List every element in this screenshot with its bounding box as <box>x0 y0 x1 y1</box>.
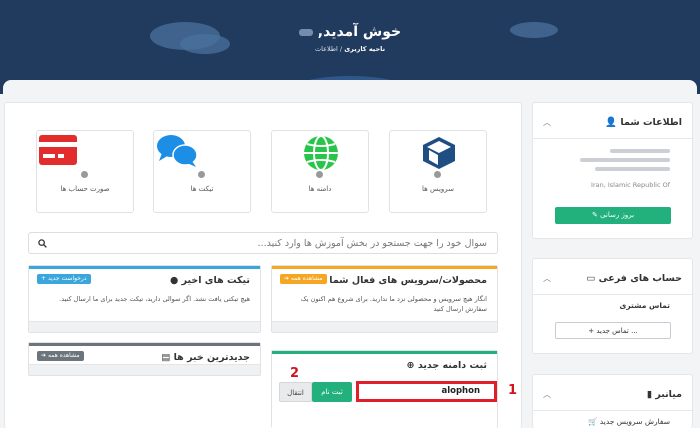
arrow-icon: ➔ <box>284 275 290 282</box>
card-accent-bar <box>29 343 260 346</box>
chevron-up-icon[interactable]: ︿ <box>543 389 551 400</box>
comments-icon: ● <box>169 275 179 286</box>
your-info-panel: اطلاعات شما 👤 ︿ Iran, Islamic Republic O… <box>532 102 693 239</box>
cart-icon: 🛒 <box>588 417 598 426</box>
annotation-marker-1: 1 <box>508 383 518 398</box>
update-info-button[interactable]: ✎ بروز رسانی <box>555 207 671 224</box>
divider <box>533 410 692 411</box>
card-footer <box>29 321 260 332</box>
globe-icon <box>304 135 338 171</box>
chevron-up-icon[interactable]: ︿ <box>543 273 551 284</box>
breadcrumb: ناحیه کاربری / اطلاعات <box>290 45 410 53</box>
cube-icon <box>423 137 455 169</box>
knowledgebase-search-input[interactable]: سوال خود را جهت جستجو در بخش آموزش ها وا… <box>28 232 498 254</box>
cloud-decoration <box>510 22 558 38</box>
card-footer <box>272 321 497 332</box>
tile-label: صورت حساب ها <box>60 185 110 193</box>
card-title: محصولات/سرویس های فعال شما ⬢ <box>318 275 487 286</box>
transfer-domain-button[interactable]: انتقال <box>279 382 312 402</box>
card-body-text: انگار هیچ سرویس و محصولی نزد ما ندارید. … <box>300 295 487 313</box>
card-accent-bar <box>29 266 260 269</box>
breadcrumb-current: ناحیه کاربری <box>344 45 386 53</box>
annotation-marker-2: 2 <box>290 366 300 381</box>
tile-count-dot <box>316 171 323 178</box>
card-title: جدیدترین خبر ها ▤ <box>161 352 250 363</box>
divider <box>533 294 692 295</box>
card-accent-bar <box>272 351 497 354</box>
chevron-up-icon[interactable]: ︿ <box>543 117 551 128</box>
tile-services[interactable]: سرویس ها <box>389 130 487 213</box>
view-all-products-button[interactable]: ➔ مشاهده همه <box>280 274 327 284</box>
blurred-city <box>595 167 670 171</box>
customer-contact-label: تماس مشتری <box>619 301 671 310</box>
divider <box>533 138 692 139</box>
tile-count-dot <box>198 171 205 178</box>
plus-icon: + <box>588 327 595 335</box>
blurred-address <box>580 158 670 162</box>
tile-count-dot <box>434 171 441 178</box>
search-icon[interactable] <box>38 239 47 248</box>
newspaper-icon: ▤ <box>161 352 171 363</box>
register-domain-button[interactable]: ثبت نام <box>312 382 352 402</box>
arrow-icon: ➔ <box>41 352 47 359</box>
pencil-icon: ✎ <box>591 211 598 219</box>
panel-title: حساب های فرعی ▭ <box>586 273 682 284</box>
card-title: ثبت دامنه جدید ⊕ <box>406 360 487 371</box>
credit-card-icon <box>39 135 77 165</box>
blurred-name <box>610 149 670 153</box>
new-ticket-button[interactable]: + درخواست جدید <box>37 274 91 284</box>
plus-icon: + <box>41 275 47 282</box>
search-placeholder: سوال خود را جهت جستجو در بخش آموزش ها وا… <box>257 238 487 249</box>
cloud-decoration <box>180 34 230 54</box>
chat-bubbles-icon <box>157 135 198 167</box>
domain-search-input[interactable]: alophon <box>356 381 497 402</box>
shortcuts-panel: میانبر ▮ ︿ سفارش سرویس جدید 🛒 <box>532 374 693 428</box>
breadcrumb-separator: / <box>339 45 343 53</box>
order-new-service-link[interactable]: سفارش سرویس جدید 🛒 <box>588 417 670 426</box>
card-title: تیکت های اخیر ● <box>169 275 250 286</box>
blurred-username <box>298 28 313 36</box>
recent-tickets-card: تیکت های اخیر ● + درخواست جدید هیچ تیکتی… <box>28 265 261 333</box>
bookmark-icon: ▮ <box>646 389 652 400</box>
header-bottom-edge <box>3 80 697 94</box>
subaccounts-panel: حساب های فرعی ▭ ︿ تماس مشتری + تماس جدید… <box>532 258 693 354</box>
tile-invoices[interactable]: صورت حساب ها <box>36 130 134 213</box>
globe-small-icon: ⊕ <box>406 360 415 371</box>
active-products-card: محصولات/سرویس های فعال شما ⬢ ➔ مشاهده هم… <box>271 265 498 333</box>
panel-title: اطلاعات شما 👤 <box>605 117 682 128</box>
card-accent-bar <box>272 266 497 269</box>
tile-count-dot <box>81 171 88 178</box>
tile-domains[interactable]: دامنه ها <box>271 130 369 213</box>
card-footer <box>29 364 260 375</box>
user-icon: 👤 <box>605 117 618 128</box>
client-area-page: { "header": { "title": "خوش آمدید,", "cr… <box>0 0 700 428</box>
tile-label: دامنه ها <box>308 185 332 193</box>
country-text: Iran, Islamic Republic Of <box>591 181 670 189</box>
page-title: خوش آمدید, <box>290 24 410 40</box>
new-contact-button[interactable]: + تماس جدید ... <box>555 322 671 339</box>
tile-label: سرویس ها <box>421 185 455 193</box>
view-all-news-button[interactable]: ➔ مشاهده همه <box>37 351 84 361</box>
tile-label: تیکت ها <box>190 185 214 193</box>
latest-news-card: جدیدترین خبر ها ▤ ➔ مشاهده همه <box>28 342 261 376</box>
page-header: خوش آمدید, ناحیه کاربری / اطلاعات <box>0 0 700 94</box>
card-body-text: هیچ تیکتی یافت نشد. اگر سوالی دارید، تیک… <box>59 295 250 303</box>
folder-icon: ▭ <box>586 273 596 284</box>
breadcrumb-home[interactable]: اطلاعات <box>315 45 338 53</box>
tile-tickets[interactable]: تیکت ها <box>153 130 251 213</box>
panel-title: میانبر ▮ <box>646 389 682 400</box>
